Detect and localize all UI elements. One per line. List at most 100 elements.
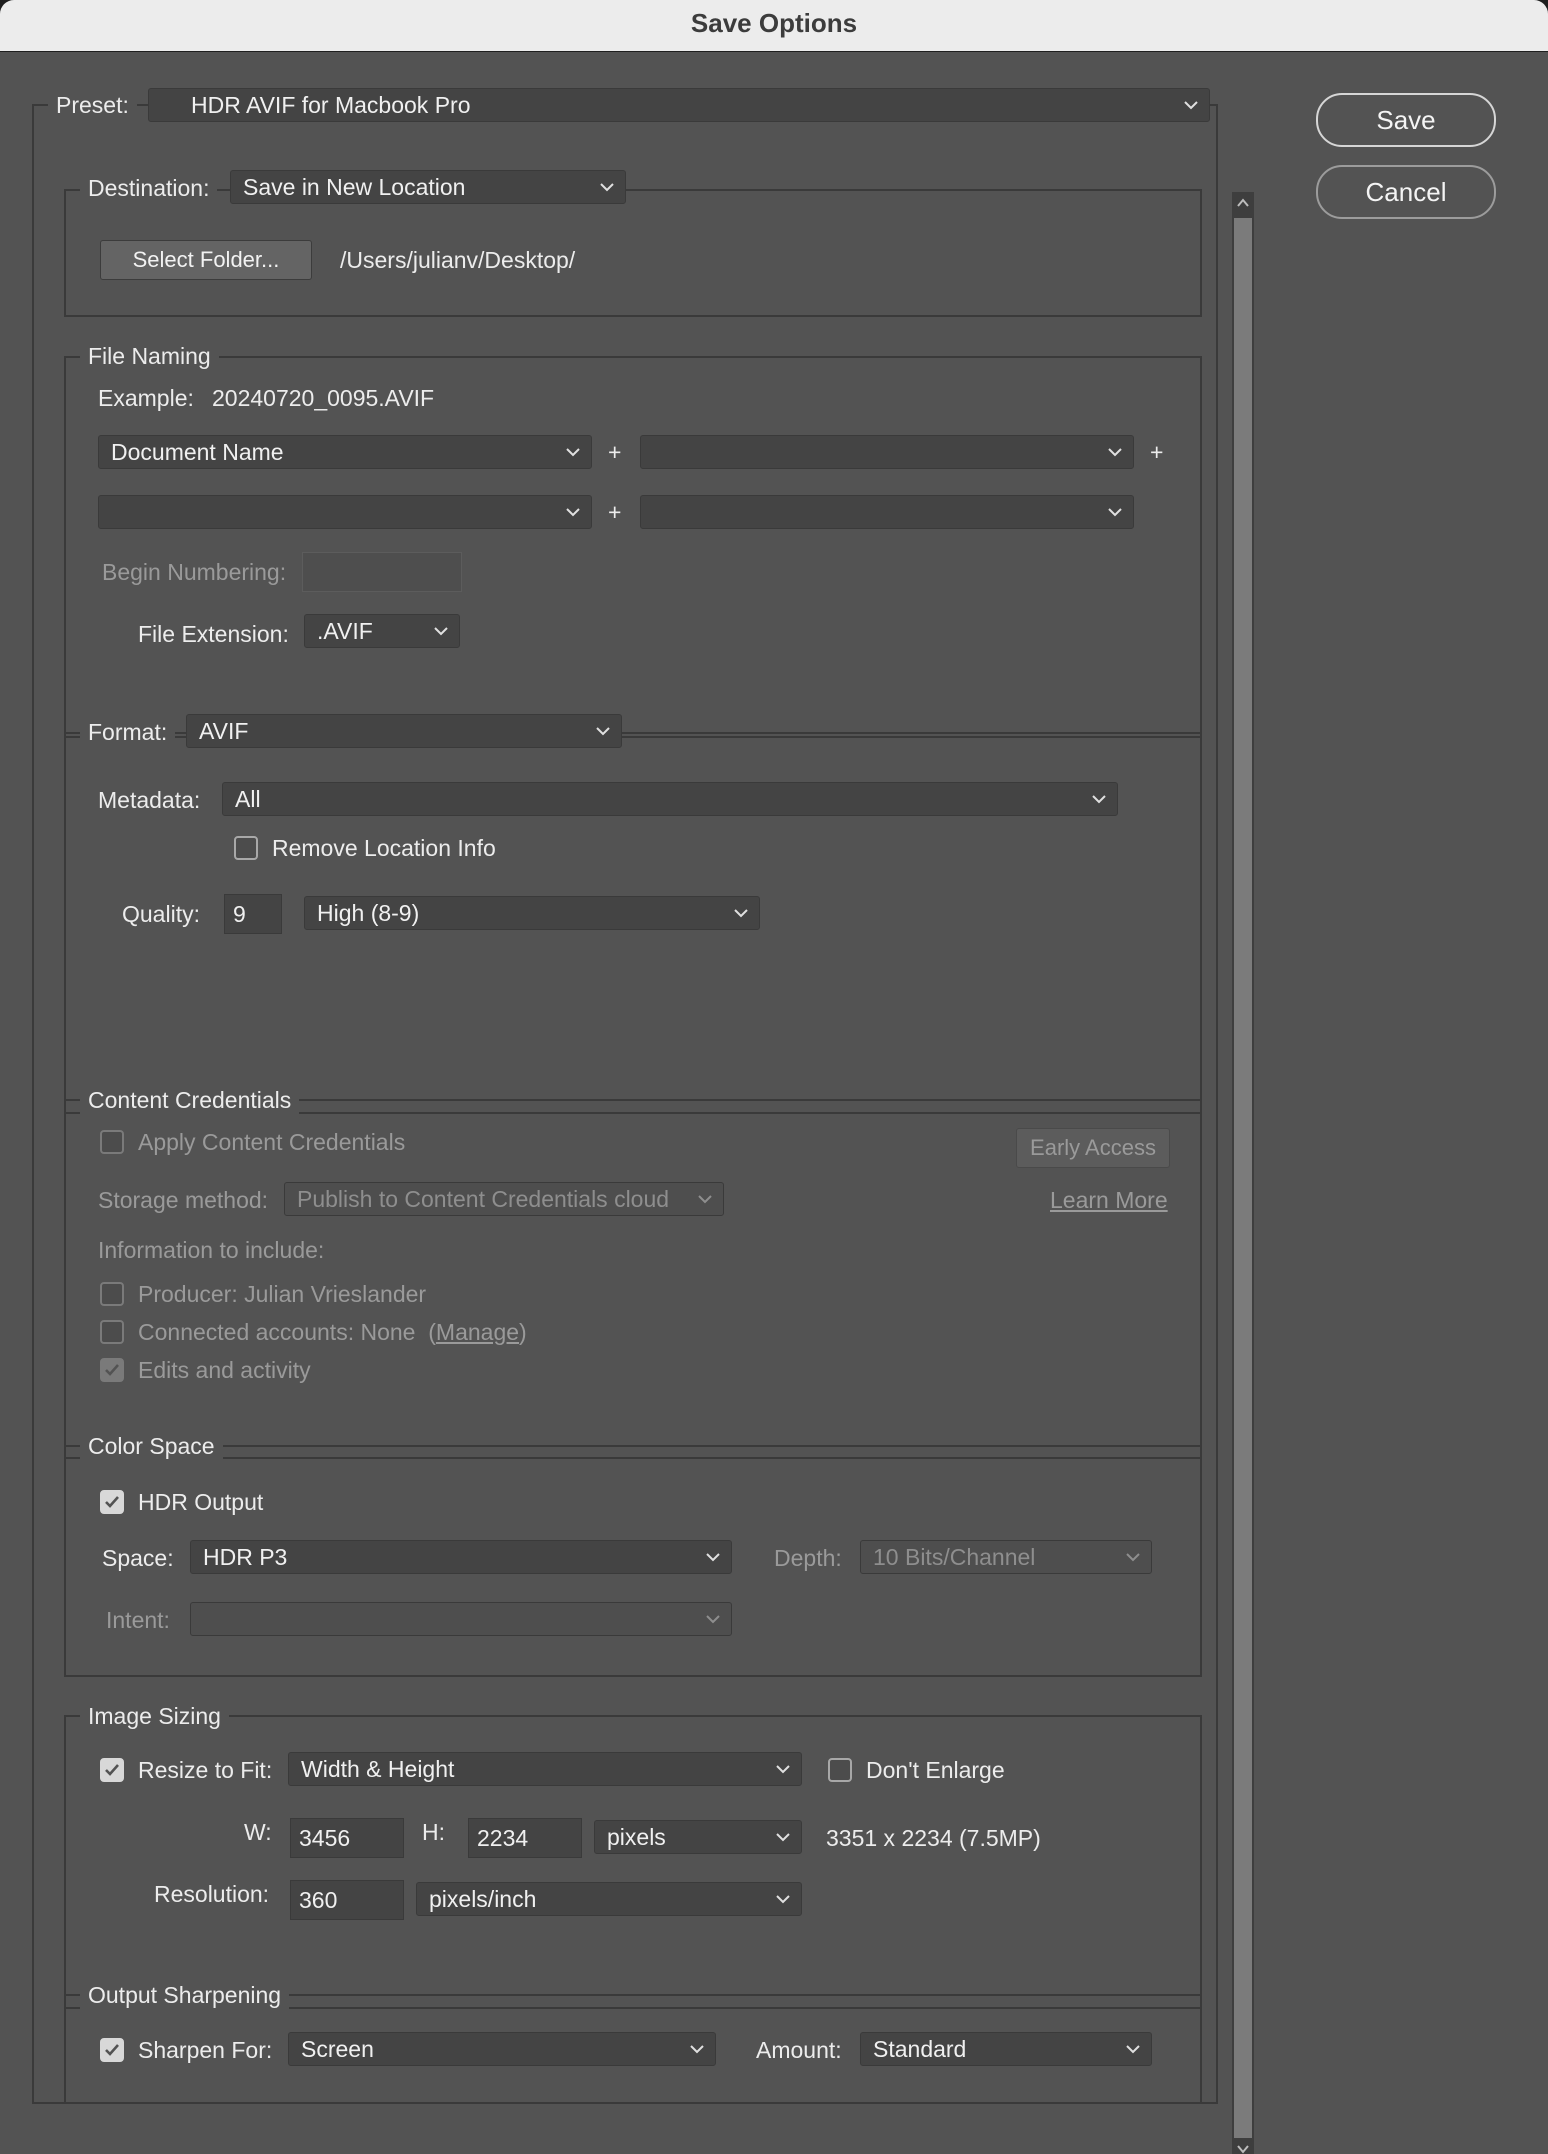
metadata-dropdown[interactable]: All <box>222 782 1118 816</box>
select-folder-button[interactable]: Select Folder... <box>100 240 312 280</box>
sharpen-for-checkbox[interactable] <box>100 2038 124 2062</box>
amount-dropdown[interactable]: Standard <box>860 2032 1152 2066</box>
checkmark-icon <box>105 1364 119 1376</box>
resize-to-fit-checkbox[interactable] <box>100 1758 124 1782</box>
format-value: AVIF <box>199 718 249 744</box>
chevron-down-icon <box>1092 795 1106 804</box>
content-credentials-title: Content Credentials <box>80 1086 300 1114</box>
cancel-button-label: Cancel <box>1365 177 1447 207</box>
producer-checkbox[interactable] <box>100 1282 124 1306</box>
storage-method-value: Publish to Content Credentials cloud <box>297 1186 670 1212</box>
dont-enlarge-checkbox[interactable] <box>828 1758 852 1782</box>
quality-input[interactable]: 9 <box>224 894 282 934</box>
format-dropdown[interactable]: AVIF <box>186 714 622 748</box>
resolution-unit-dropdown[interactable]: pixels/inch <box>416 1882 802 1916</box>
naming-field-1-value: Document Name <box>111 439 284 465</box>
intent-label: Intent: <box>106 1607 170 1633</box>
plus-separator: + <box>1150 439 1164 465</box>
dont-enlarge-label: Don't Enlarge <box>866 1757 1005 1783</box>
chevron-down-icon <box>690 2045 704 2054</box>
intent-dropdown[interactable] <box>190 1602 732 1636</box>
space-dropdown[interactable]: HDR P3 <box>190 1540 732 1574</box>
format-label: Format: <box>80 718 176 746</box>
resize-to-fit-value: Width & Height <box>301 1756 455 1782</box>
remove-location-checkbox[interactable] <box>234 836 258 860</box>
file-extension-dropdown[interactable]: .AVIF <box>304 614 460 648</box>
storage-method-dropdown[interactable]: Publish to Content Credentials cloud <box>284 1182 724 1216</box>
connected-accounts-label: Connected accounts: None (Manage) <box>138 1318 527 1346</box>
destination-value: Save in New Location <box>243 174 466 200</box>
hdr-output-label: HDR Output <box>138 1489 264 1515</box>
naming-field-2-dropdown[interactable] <box>640 435 1134 469</box>
output-sharpening-title: Output Sharpening <box>80 1981 290 2009</box>
space-label: Space: <box>102 1545 174 1571</box>
learn-more-link[interactable]: Learn More <box>1050 1186 1168 1214</box>
chevron-down-icon <box>600 183 614 192</box>
chevron-down-icon <box>1184 101 1198 110</box>
begin-numbering-input[interactable] <box>302 552 462 592</box>
cancel-button[interactable]: Cancel <box>1316 165 1496 219</box>
chevron-down-icon <box>566 448 580 457</box>
resolution-input[interactable]: 360 <box>290 1880 404 1920</box>
edits-activity-label: Edits and activity <box>138 1357 311 1383</box>
save-options-dialog: Preset: HDR AVIF for Macbook Pro Save Ca… <box>0 52 1548 2154</box>
manage-link[interactable]: Manage <box>436 1319 519 1345</box>
naming-field-1-dropdown[interactable]: Document Name <box>98 435 592 469</box>
preset-dropdown[interactable]: HDR AVIF for Macbook Pro <box>148 88 1210 122</box>
example-value: 20240720_0095.AVIF <box>212 385 435 411</box>
preset-label: Preset: <box>48 91 137 119</box>
window-title: Save Options <box>690 8 858 38</box>
resize-to-fit-label: Resize to Fit: <box>138 1757 273 1783</box>
scrollbar[interactable] <box>1232 192 1254 2154</box>
file-naming-group <box>64 356 1202 738</box>
size-unit-dropdown[interactable]: pixels <box>594 1820 802 1854</box>
save-button[interactable]: Save <box>1316 93 1496 147</box>
resulting-size: 3351 x 2234 (7.5MP) <box>826 1825 1041 1851</box>
amount-value: Standard <box>873 2036 967 2062</box>
chevron-down-icon <box>734 909 748 918</box>
remove-location-label: Remove Location Info <box>272 835 496 861</box>
color-space-title: Color Space <box>80 1432 223 1460</box>
early-access-button[interactable]: Early Access <box>1016 1128 1170 1168</box>
producer-label: Producer: Julian Vrieslander <box>138 1281 427 1307</box>
scroll-up-icon[interactable] <box>1236 196 1250 210</box>
destination-dropdown[interactable]: Save in New Location <box>230 170 626 204</box>
connected-accounts-checkbox[interactable] <box>100 1320 124 1344</box>
chevron-down-icon <box>596 727 610 736</box>
destination-label: Destination: <box>80 174 218 202</box>
chevron-down-icon <box>776 1833 790 1842</box>
depth-label: Depth: <box>774 1545 842 1571</box>
destination-path: /Users/julianv/Desktop/ <box>340 247 576 273</box>
quality-level-value: High (8-9) <box>317 900 420 926</box>
plus-separator: + <box>608 499 622 525</box>
scrollbar-thumb[interactable] <box>1234 218 1252 2138</box>
begin-numbering-label: Begin Numbering: <box>102 559 287 585</box>
chevron-down-icon <box>1126 1553 1140 1562</box>
height-input[interactable]: 2234 <box>468 1818 582 1858</box>
edits-activity-checkbox[interactable] <box>100 1358 124 1382</box>
width-label: W: <box>244 1819 272 1845</box>
metadata-value: All <box>235 786 261 812</box>
apply-credentials-checkbox[interactable] <box>100 1130 124 1154</box>
chevron-down-icon <box>566 508 580 517</box>
resolution-unit-value: pixels/inch <box>429 1886 537 1912</box>
resize-to-fit-dropdown[interactable]: Width & Height <box>288 1752 802 1786</box>
chevron-down-icon <box>1108 448 1122 457</box>
naming-field-4-dropdown[interactable] <box>640 495 1134 529</box>
file-extension-value: .AVIF <box>317 618 373 644</box>
naming-field-3-dropdown[interactable] <box>98 495 592 529</box>
scroll-down-icon[interactable] <box>1236 2142 1250 2154</box>
example-label: Example: <box>98 385 194 411</box>
space-value: HDR P3 <box>203 1544 288 1570</box>
plus-separator: + <box>608 439 622 465</box>
depth-dropdown[interactable]: 10 Bits/Channel <box>860 1540 1152 1574</box>
chevron-down-icon <box>698 1195 712 1204</box>
size-unit-value: pixels <box>607 1824 666 1850</box>
amount-label: Amount: <box>756 2037 842 2063</box>
width-input[interactable]: 3456 <box>290 1818 404 1858</box>
sharpen-for-dropdown[interactable]: Screen <box>288 2032 716 2066</box>
select-folder-label: Select Folder... <box>132 247 280 272</box>
early-access-label: Early Access <box>1030 1135 1156 1160</box>
quality-dropdown[interactable]: High (8-9) <box>304 896 760 930</box>
hdr-output-checkbox[interactable] <box>100 1490 124 1514</box>
